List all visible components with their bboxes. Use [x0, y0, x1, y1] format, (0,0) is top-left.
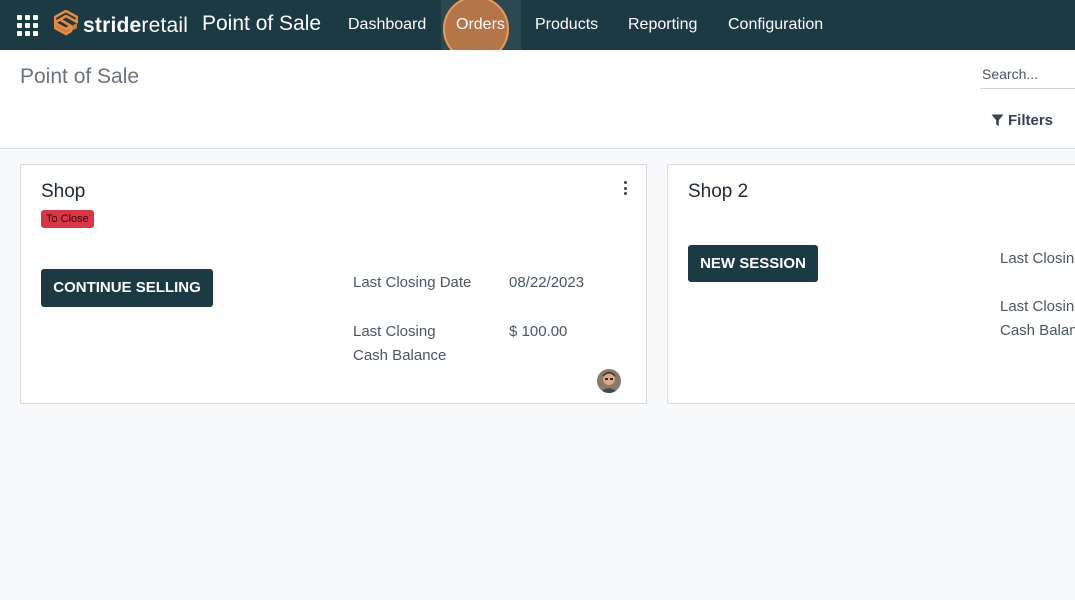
last-closing-cash-label: Last Closing Cash Balance [353, 323, 447, 364]
brand-name-light: retail [141, 13, 189, 37]
top-navbar: strideretail Point of Sale Dashboard Ord… [0, 0, 1075, 62]
card-title[interactable]: Shop [41, 181, 85, 204]
striderretail-logo-icon [54, 10, 78, 36]
new-session-button[interactable]: NEW SESSION [688, 245, 818, 282]
nav-configuration[interactable]: Configuration [728, 17, 823, 33]
apps-grid-icon[interactable] [17, 15, 38, 36]
control-panel: Point of Sale Filters [0, 50, 1075, 149]
last-closing-date-label: Last Closing Date [353, 274, 472, 291]
continue-selling-button[interactable]: CONTINUE SELLING [41, 269, 213, 307]
status-badge: To Close [41, 210, 94, 228]
brand-logo[interactable]: strideretail [54, 10, 188, 40]
avatar-image [597, 369, 621, 393]
filters-label: Filters [1008, 112, 1054, 129]
card-title[interactable]: Shop 2 [688, 181, 748, 204]
nav-products[interactable]: Products [535, 17, 598, 33]
pos-card-shop-2: Shop 2 NEW SESSION Last Closing Date Las… [667, 164, 1075, 404]
search-input[interactable] [980, 60, 1075, 88]
nav-orders[interactable]: Orders [456, 17, 505, 33]
last-closing-cash-value: $ 100.00 [509, 323, 568, 340]
brand-name-bold: stride [83, 13, 142, 37]
filter-icon [991, 114, 1004, 127]
kebab-menu-icon[interactable] [622, 181, 628, 195]
breadcrumb: Point of Sale [20, 65, 140, 88]
app-title[interactable]: Point of Sale [202, 13, 321, 34]
filters-button[interactable]: Filters [991, 112, 1053, 129]
last-closing-date-label: Last Closing Date [1000, 250, 1075, 267]
nav-reporting[interactable]: Reporting [628, 17, 697, 33]
brand-name: strideretail [83, 15, 188, 36]
last-closing-date-value: 08/22/2023 [509, 274, 585, 291]
pos-card-shop: Shop To Close CONTINUE SELLING Last Clos… [20, 164, 647, 404]
user-avatar[interactable] [597, 369, 621, 393]
search-box [980, 60, 1075, 89]
last-closing-cash-label: Last Closing Cash Balance [1000, 298, 1075, 339]
nav-dashboard[interactable]: Dashboard [348, 17, 426, 33]
